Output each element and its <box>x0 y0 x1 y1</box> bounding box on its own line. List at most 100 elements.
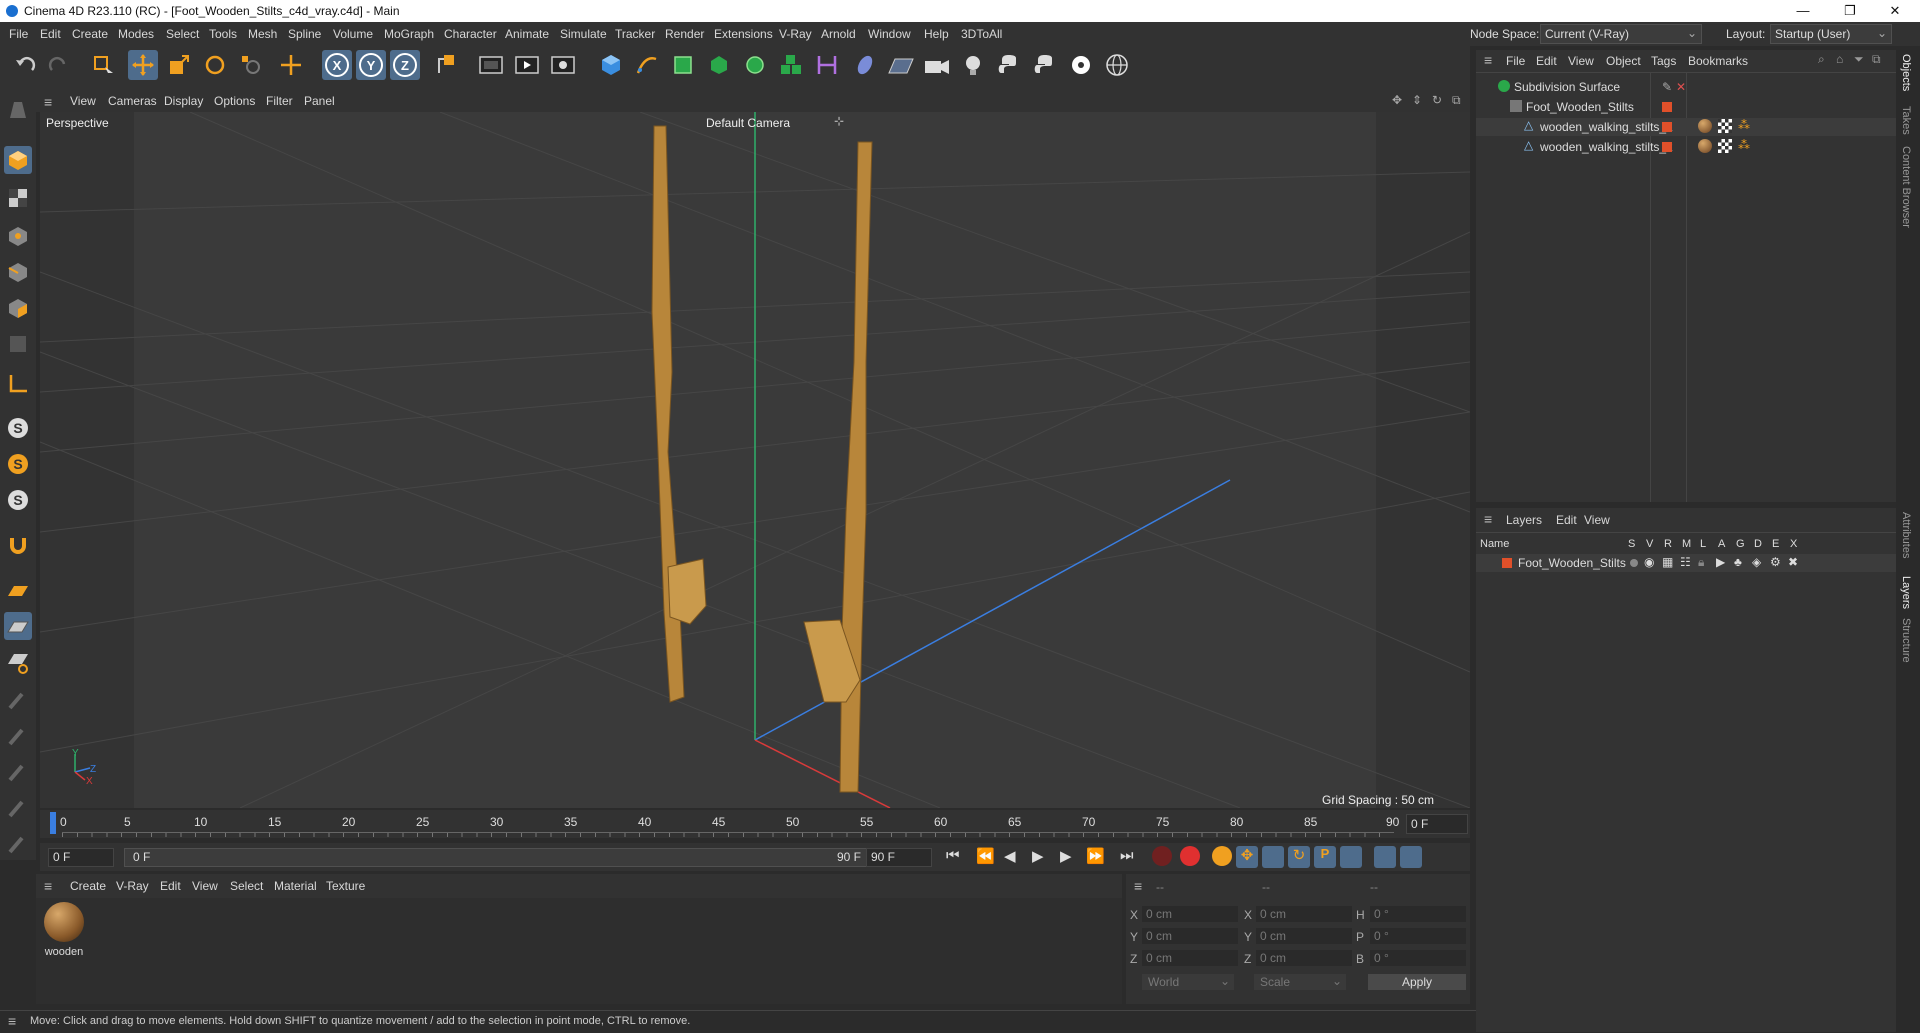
rotate-view-icon[interactable]: ↻ <box>1432 93 1442 107</box>
undo-icon[interactable] <box>10 50 40 80</box>
viewport-menu-panel[interactable]: Panel <box>304 94 335 108</box>
menu-mesh[interactable]: Mesh <box>248 27 277 41</box>
end-frame-field[interactable]: 90 F <box>866 848 932 867</box>
object-row[interactable]: Foot_Wooden_Stilts <box>1476 98 1896 116</box>
timeline-ruler[interactable]: 0 5 10 15 20 25 30 35 40 45 50 55 60 65 … <box>40 810 1470 838</box>
layer-menu-layers[interactable]: Layers <box>1506 513 1542 527</box>
rotate-tool-icon[interactable] <box>200 50 230 80</box>
menu-extensions[interactable]: Extensions <box>714 27 773 41</box>
move-tool-icon[interactable] <box>128 50 158 80</box>
menu-spline[interactable]: Spline <box>288 27 321 41</box>
dope-sheet-icon[interactable] <box>1400 846 1422 868</box>
disable-icon[interactable]: ✕ <box>1676 80 1686 94</box>
model-mode-icon[interactable] <box>4 146 32 174</box>
scale-dropdown[interactable]: Scale ⌄ <box>1254 974 1346 990</box>
axis-mode-icon[interactable] <box>4 370 32 398</box>
generator-icon[interactable]: ♣ <box>1734 555 1742 569</box>
keyframe-selection-icon[interactable] <box>1212 846 1232 866</box>
material-menu-vray[interactable]: V-Ray <box>116 879 149 893</box>
sculpt-brush-icon-4[interactable] <box>4 794 32 822</box>
rotation-key-icon[interactable]: ↻ <box>1288 846 1310 868</box>
x-axis-lock-button[interactable]: X <box>322 50 352 80</box>
menu-character[interactable]: Character <box>444 27 497 41</box>
y-axis-lock-button[interactable]: Y <box>356 50 386 80</box>
play-icon[interactable]: ▶ <box>1032 847 1044 865</box>
mograph-icon[interactable] <box>776 50 806 80</box>
autokey-icon[interactable] <box>1180 846 1200 866</box>
object-menu-edit[interactable]: Edit <box>1536 54 1557 68</box>
material-tag-icon[interactable] <box>1698 119 1712 133</box>
redo-icon[interactable] <box>44 50 74 80</box>
material-swatch[interactable]: wooden <box>42 902 86 964</box>
floor-plane-icon[interactable] <box>4 576 32 604</box>
next-key-icon[interactable]: ⏩ <box>1086 847 1105 865</box>
manager-icon[interactable]: ☷ <box>1680 555 1691 569</box>
size-x-field[interactable]: 0 cm <box>1256 906 1352 922</box>
sculpt-brush-icon-1[interactable] <box>4 686 32 714</box>
tab-structure[interactable]: Structure <box>1900 618 1912 663</box>
menu-vray[interactable]: V-Ray <box>779 27 812 41</box>
layer-menu-view[interactable]: View <box>1584 513 1610 527</box>
material-menu-create[interactable]: Create <box>70 879 106 893</box>
position-key-icon[interactable]: ✥ <box>1236 846 1258 868</box>
snap-s-icon-3[interactable]: S <box>4 486 32 514</box>
eye-icon[interactable]: ◉ <box>1644 555 1654 569</box>
previous-key-icon[interactable]: ⏪ <box>976 847 995 865</box>
menu-volume[interactable]: Volume <box>333 27 373 41</box>
layer-row[interactable]: Foot_Wooden_Stilts ◉ ▦ ☷ 🔒︎ ▶ ♣ ◈ ⚙ ✖ <box>1476 554 1896 572</box>
layer-color-swatch[interactable] <box>1662 102 1672 112</box>
go-to-start-icon[interactable]: ⏮ <box>946 847 960 864</box>
solo-toggle[interactable] <box>1630 559 1638 567</box>
point-mode-icon[interactable] <box>4 222 32 250</box>
render-view-icon[interactable] <box>476 50 506 80</box>
size-y-field[interactable]: 0 cm <box>1256 928 1352 944</box>
hamburger-icon[interactable]: ≡ <box>1134 878 1142 894</box>
material-menu-view[interactable]: View <box>192 879 218 893</box>
material-menu-edit[interactable]: Edit <box>160 879 181 893</box>
home-icon[interactable]: ⌂ <box>1836 52 1843 66</box>
xref-icon[interactable]: ✖ <box>1788 555 1798 569</box>
edit-toggle-icon[interactable]: ✎ <box>1662 80 1672 94</box>
object-row[interactable]: △ wooden_walking_stilts_2 ⁂ <box>1476 138 1896 156</box>
rotation-h-field[interactable]: 0 ° <box>1370 906 1466 922</box>
next-frame-icon[interactable]: ▶ <box>1060 847 1072 865</box>
menu-create[interactable]: Create <box>72 27 108 41</box>
toggle-view-icon[interactable]: ⧉ <box>1452 93 1461 108</box>
menu-arnold[interactable]: Arnold <box>821 27 856 41</box>
new-window-icon[interactable]: ⧉ <box>1872 52 1881 67</box>
position-z-field[interactable]: 0 cm <box>1142 950 1238 966</box>
menu-modes[interactable]: Modes <box>118 27 154 41</box>
hamburger-icon[interactable]: ≡ <box>1484 511 1492 527</box>
deformer-icon[interactable] <box>812 50 842 80</box>
make-editable-icon[interactable] <box>4 96 32 124</box>
maximize-button[interactable]: ❐ <box>1835 2 1865 20</box>
tab-attributes[interactable]: Attributes <box>1900 512 1912 558</box>
menu-select[interactable]: Select <box>166 27 199 41</box>
hamburger-icon[interactable]: ≡ <box>44 878 52 894</box>
snap-s-icon-1[interactable]: S <box>4 414 32 442</box>
material-menu-material[interactable]: Material <box>274 879 317 893</box>
frame-range-slider[interactable]: 0 F 90 F <box>124 848 886 867</box>
sculpt-brush-icon-3[interactable] <box>4 758 32 786</box>
live-selection-icon[interactable] <box>88 50 118 80</box>
object-row[interactable]: Subdivision Surface ✎ ✕ <box>1476 78 1896 96</box>
rotation-p-field[interactable]: 0 ° <box>1370 928 1466 944</box>
sculpt-brush-icon-2[interactable] <box>4 722 32 750</box>
object-menu-file[interactable]: File <box>1506 54 1525 68</box>
viewport[interactable]: Perspective Default Camera ⊹ Grid Spacin… <box>40 112 1470 808</box>
menu-tools[interactable]: Tools <box>209 27 237 41</box>
magnet-icon[interactable] <box>4 532 32 560</box>
expression-icon[interactable]: ⚙ <box>1770 555 1781 569</box>
menu-3dtoall[interactable]: 3DToAll <box>961 27 1002 41</box>
material-tag-icon[interactable] <box>1698 139 1712 153</box>
timeline-settings-icon[interactable] <box>1374 846 1396 868</box>
texture-mode-icon[interactable] <box>4 184 32 212</box>
go-to-end-icon[interactable]: ⏭ <box>1120 847 1134 864</box>
menu-simulate[interactable]: Simulate <box>560 27 607 41</box>
cube-icon[interactable] <box>596 50 626 80</box>
record-disabled-icon[interactable] <box>1152 846 1172 866</box>
layer-menu-edit[interactable]: Edit <box>1556 513 1577 527</box>
light-icon[interactable] <box>958 50 988 80</box>
position-x-field[interactable]: 0 cm <box>1142 906 1238 922</box>
playhead[interactable] <box>50 812 56 834</box>
